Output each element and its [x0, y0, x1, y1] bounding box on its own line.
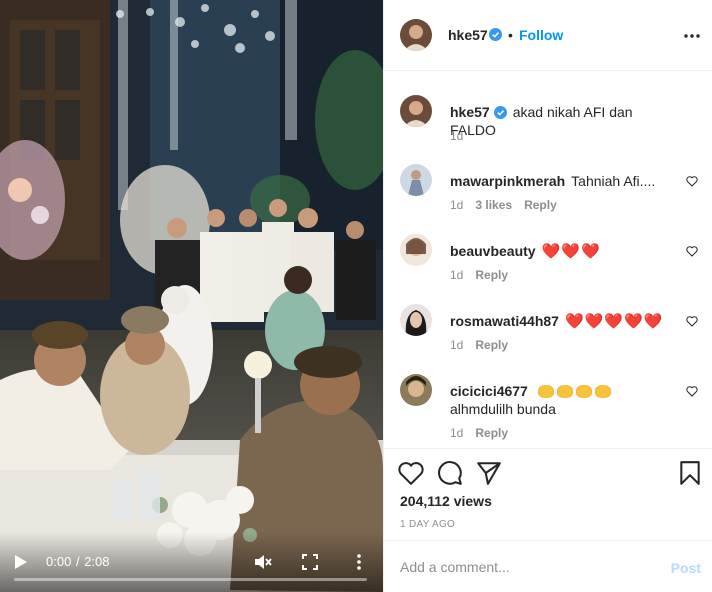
comment-line: cicicici4677 alhmdulilh bunda	[450, 382, 675, 418]
avatar[interactable]	[400, 19, 432, 51]
reply-button[interactable]: Reply	[475, 338, 508, 352]
reply-button[interactable]: Reply	[475, 268, 508, 282]
fullscreen-icon[interactable]	[302, 554, 318, 570]
caption-time[interactable]: 1d	[450, 129, 463, 143]
dot-separator: •	[508, 27, 513, 43]
post-header: hke57 • Follow	[384, 0, 712, 71]
avatar[interactable]	[400, 95, 432, 127]
post-comment-button[interactable]: Post	[671, 560, 701, 576]
comment-line: rosmawati44h87 ❤️❤️❤️❤️❤️	[450, 312, 675, 331]
post-modal: 0:00 / 2:08 hke57 • Follow hke57 akad ni…	[0, 0, 712, 592]
clapping-hands-icon	[575, 385, 592, 398]
comment-line: beauvbeauty ❤️❤️❤️	[450, 242, 675, 261]
share-icon[interactable]	[476, 460, 502, 486]
time-separator: /	[75, 554, 80, 569]
comment-username[interactable]: beauvbeauty	[450, 243, 536, 259]
comment-username[interactable]: cicicici4677	[450, 383, 528, 399]
avatar[interactable]	[400, 234, 432, 266]
comment-text: alhmdulilh bunda	[450, 401, 556, 417]
reply-button[interactable]: Reply	[524, 198, 557, 212]
verified-badge-icon	[489, 28, 502, 41]
add-comment-bar: Post	[384, 540, 712, 592]
comment-meta: 1d 3 likes Reply	[450, 198, 569, 212]
comment-line: mawarpinkmerah Tahniah Afi....	[450, 172, 675, 190]
comment-meta: 1d Reply	[450, 338, 520, 352]
caption-meta: 1d	[450, 129, 475, 143]
muted-speaker-icon[interactable]	[254, 554, 272, 570]
more-vertical-icon[interactable]	[352, 553, 366, 571]
comment-text: ❤️❤️❤️	[541, 243, 601, 260]
like-icon[interactable]	[398, 460, 424, 486]
view-count[interactable]: 204,112 views	[400, 493, 492, 509]
post-date[interactable]: 1 DAY AGO	[400, 519, 455, 530]
comment-time[interactable]: 1d	[450, 268, 463, 282]
bookmark-icon[interactable]	[677, 460, 703, 486]
comment-meta: 1d Reply	[450, 268, 520, 282]
video-progress-bar[interactable]	[14, 578, 367, 581]
verified-badge-icon	[493, 106, 507, 119]
play-icon[interactable]	[14, 554, 28, 570]
caption-line: hke57 akad nikah AFI dan FALDO	[450, 103, 675, 139]
avatar[interactable]	[400, 164, 432, 196]
clapping-hands-icon	[537, 385, 554, 398]
header-username[interactable]: hke57	[448, 27, 488, 43]
like-heart-icon[interactable]	[686, 175, 698, 187]
comment-username[interactable]: mawarpinkmerah	[450, 173, 565, 189]
caption-username[interactable]: hke57	[450, 104, 490, 120]
comment-icon[interactable]	[437, 460, 463, 486]
like-heart-icon[interactable]	[686, 245, 698, 257]
comment-text: Tahniah Afi....	[571, 173, 656, 189]
follow-button[interactable]: Follow	[519, 27, 563, 43]
clapping-hands-icon	[594, 385, 611, 398]
duration: 2:08	[84, 554, 110, 569]
comment-text: ❤️❤️❤️❤️❤️	[564, 313, 664, 330]
like-heart-icon[interactable]	[686, 315, 698, 327]
like-heart-icon[interactable]	[686, 385, 698, 397]
more-options-icon[interactable]	[684, 34, 700, 38]
post-actions: 204,112 views 1 DAY AGO	[384, 448, 712, 540]
video-player[interactable]: 0:00 / 2:08	[0, 0, 383, 592]
reply-button[interactable]: Reply	[475, 426, 508, 440]
comment-time[interactable]: 1d	[450, 198, 463, 212]
avatar[interactable]	[400, 304, 432, 336]
time-display: 0:00 / 2:08	[46, 554, 110, 569]
comment-time[interactable]: 1d	[450, 426, 463, 440]
comment-time[interactable]: 1d	[450, 338, 463, 352]
current-time: 0:00	[46, 554, 72, 569]
comment-username[interactable]: rosmawati44h87	[450, 313, 559, 329]
likes-count[interactable]: 3 likes	[475, 198, 512, 212]
video-frame	[0, 0, 383, 592]
comments-list[interactable]: hke57 akad nikah AFI dan FALDO 1d mawarpi…	[384, 72, 712, 448]
clapping-hands-icon	[556, 385, 573, 398]
avatar[interactable]	[400, 374, 432, 406]
comment-meta: 1d Reply	[450, 426, 520, 440]
clap-emojis	[537, 383, 614, 399]
post-side-panel: hke57 • Follow hke57 akad nikah AFI dan F…	[383, 0, 712, 592]
comment-input[interactable]	[400, 557, 650, 577]
video-controls: 0:00 / 2:08	[0, 532, 383, 592]
